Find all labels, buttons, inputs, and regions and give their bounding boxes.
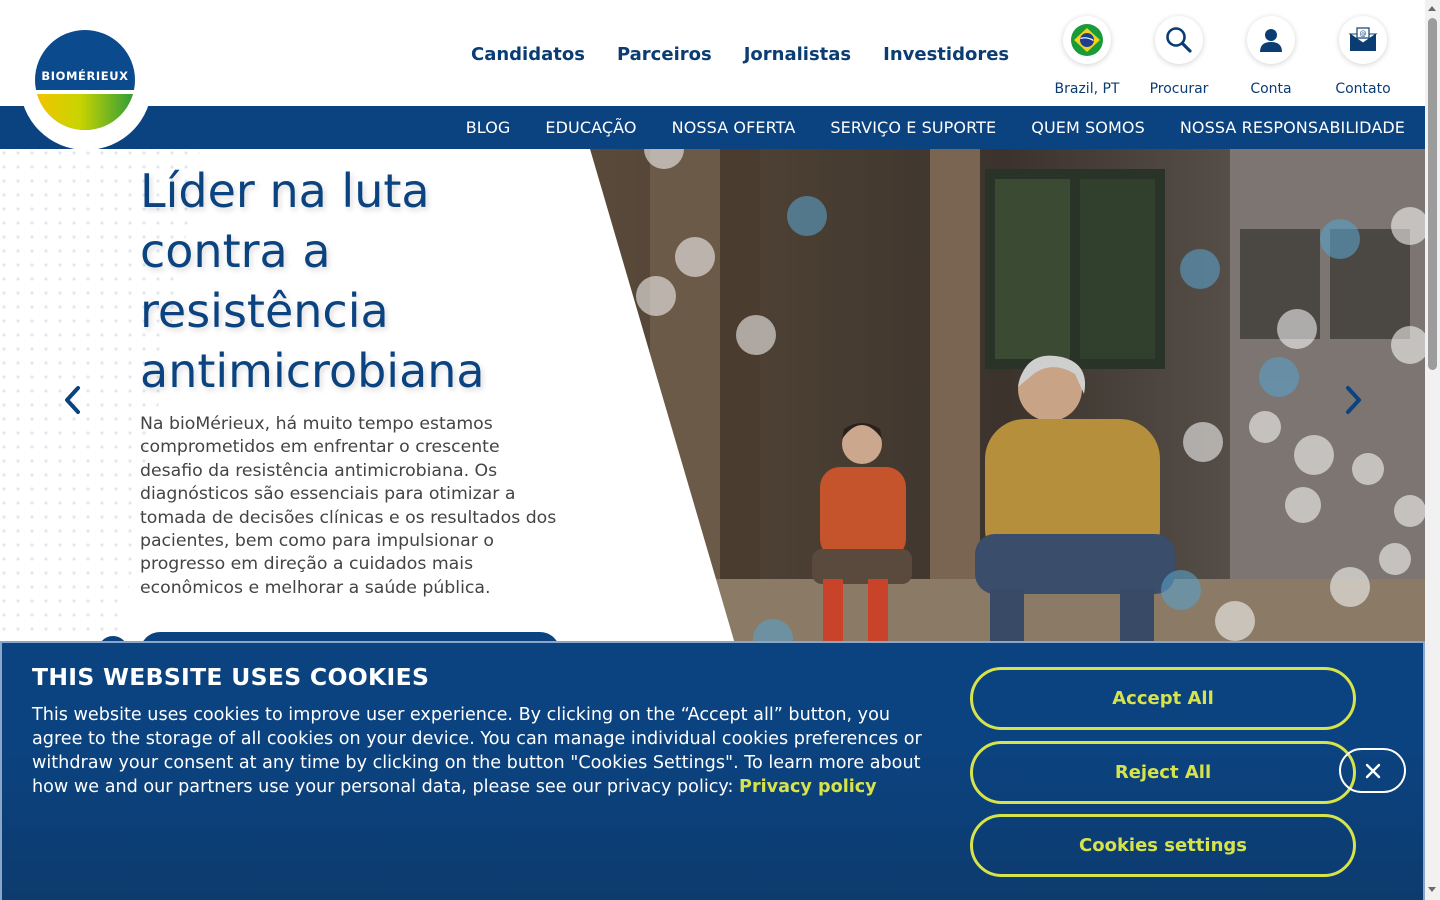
logo-text: BIOMÉRIEUX [41,69,129,83]
secnav-blog[interactable]: BLOG [466,118,511,137]
scroll-up-arrow[interactable] [1428,6,1436,11]
svg-text:@: @ [1360,30,1367,38]
secnav-educacao[interactable]: EDUCAÇÃO [545,118,636,137]
site-header: Candidatos Parceiros Jornalistas Investi… [0,0,1425,106]
page: Candidatos Parceiros Jornalistas Investi… [0,0,1440,900]
flag-brazil-icon [1063,16,1111,64]
home-logo[interactable]: BIOMÉRIEUX [20,0,152,150]
chevron-left-icon [65,386,80,414]
chevron-right-icon [1346,386,1361,414]
nav-jornalistas[interactable]: Jornalistas [744,44,851,65]
region-selector[interactable]: Brazil, PT [1041,16,1133,97]
reject-all-button[interactable]: Reject All [970,741,1356,804]
search-label: Procurar [1149,81,1209,97]
scroll-down-arrow[interactable] [1428,887,1436,892]
region-label: Brazil, PT [1054,81,1120,97]
nav-investidores[interactable]: Investidores [883,44,1009,65]
secondary-nav: BLOG EDUCAÇÃO NOSSA OFERTA SERVIÇO E SUP… [0,106,1425,149]
logo-emblem: BIOMÉRIEUX [35,30,135,130]
carousel-next[interactable] [1338,382,1368,418]
cookie-title: THIS WEBSITE USES COOKIES [32,663,430,691]
cookies-settings-button[interactable]: Cookies settings [970,814,1356,877]
close-icon [1365,763,1380,778]
carousel-prev[interactable] [58,382,88,418]
nav-candidatos[interactable]: Candidatos [471,44,585,65]
accept-all-button[interactable]: Accept All [970,667,1356,730]
contact-label: Contato [1335,81,1391,97]
search-button[interactable]: Procurar [1133,16,1225,97]
user-icon [1247,16,1295,64]
primary-nav: Candidatos Parceiros Jornalistas Investi… [471,44,1009,65]
search-icon [1155,16,1203,64]
secnav-nossa-oferta[interactable]: NOSSA OFERTA [672,118,796,137]
secnav-nossa-responsabilidade[interactable]: NOSSA RESPONSABILIDADE [1180,118,1405,137]
secnav-quem-somos[interactable]: QUEM SOMOS [1031,118,1145,137]
account-button[interactable]: Conta [1225,16,1317,97]
scrollbar-thumb[interactable] [1428,18,1437,370]
account-label: Conta [1250,81,1292,97]
hero-title: Líder na luta contra a resistência antim… [140,164,485,398]
privacy-policy-link[interactable]: Privacy policy [739,777,877,797]
hero-body: Na bioMérieux, há muito tempo estamos co… [140,414,557,598]
cookie-close-button[interactable] [1339,748,1406,793]
cookie-banner: THIS WEBSITE USES COOKIES This website u… [0,641,1425,900]
hero-carousel: Líder na luta contra a resistência antim… [0,149,1425,644]
contact-button[interactable]: @ Contato [1317,16,1409,97]
mail-icon: @ [1339,16,1387,64]
nav-parceiros[interactable]: Parceiros [617,44,712,65]
cookie-text: This website uses cookies to improve use… [32,703,932,799]
page-scrollbar[interactable] [1425,0,1440,900]
secnav-servico-suporte[interactable]: SERVIÇO E SUPORTE [830,118,996,137]
